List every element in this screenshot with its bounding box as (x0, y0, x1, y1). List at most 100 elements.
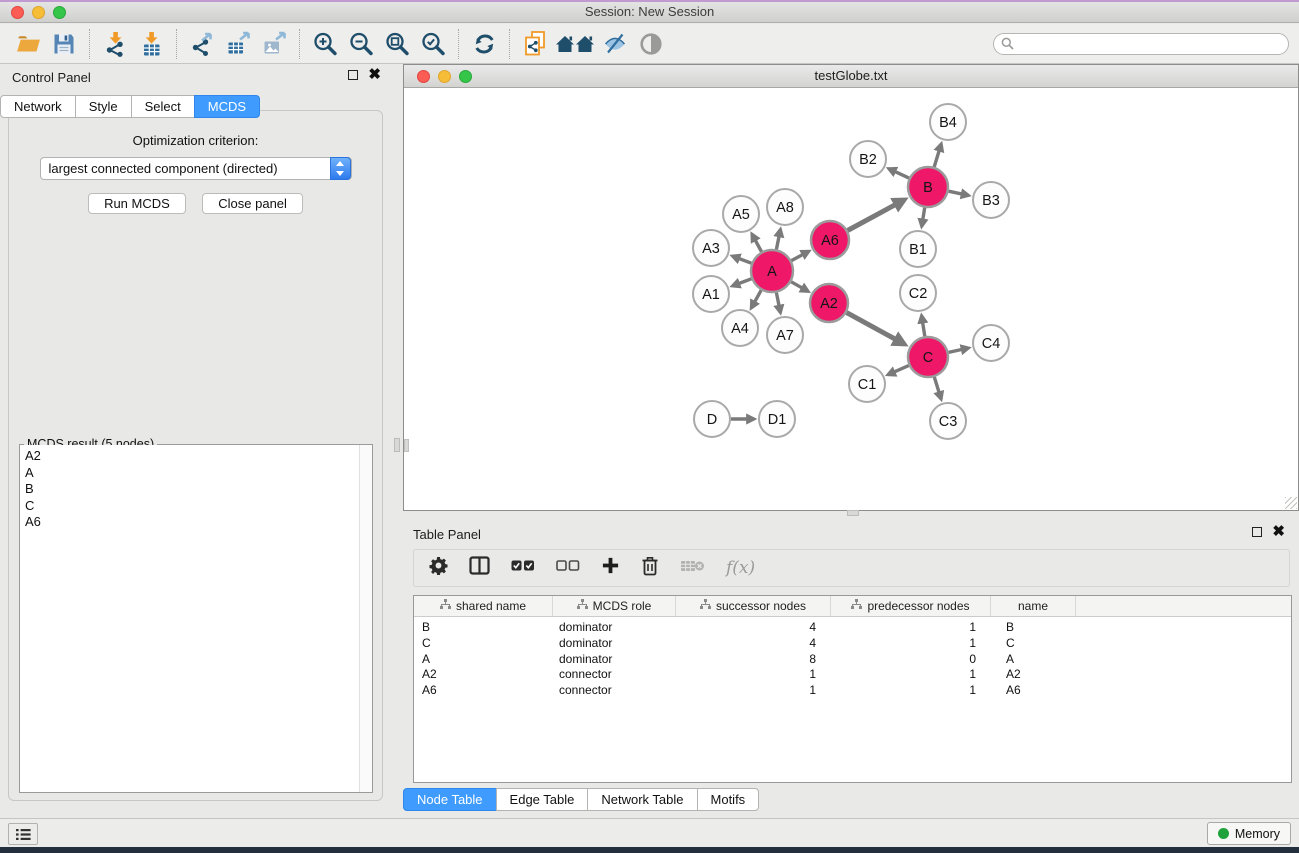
maximize-window-button[interactable] (53, 6, 66, 19)
cell-shared-name[interactable]: A2 (414, 667, 553, 683)
home-icon[interactable] (553, 28, 597, 60)
resize-corner[interactable] (1285, 497, 1297, 509)
cell-mcds-role[interactable]: connector (553, 683, 676, 699)
graph-edge-A-A8[interactable] (776, 230, 780, 250)
cell-successor-nodes[interactable]: 1 (676, 667, 831, 683)
delete-table-icon[interactable] (680, 559, 705, 578)
graph-node-D[interactable]: D (694, 401, 730, 437)
delete-columns-icon[interactable] (641, 556, 659, 581)
graph-edge-A-A4[interactable] (751, 290, 761, 308)
minimize-window-button[interactable] (32, 6, 45, 19)
cell-name[interactable]: A6 (991, 683, 1076, 699)
graph-node-C1[interactable]: C1 (849, 366, 885, 402)
graph-edge-C-C1[interactable] (888, 366, 909, 375)
graph-edge-A-A7[interactable] (776, 293, 780, 313)
column-header-mcds-role[interactable]: MCDS role (553, 596, 676, 616)
graph-edge-B-B1[interactable] (922, 208, 925, 227)
tab-network[interactable]: Network (0, 95, 76, 118)
graph-edge-C-C3[interactable] (934, 377, 941, 399)
cell-successor-nodes[interactable]: 1 (676, 683, 831, 699)
cell-predecessor-nodes[interactable]: 1 (831, 636, 991, 652)
cell-predecessor-nodes[interactable]: 1 (831, 683, 991, 699)
cell-mcds-role[interactable]: dominator (553, 620, 676, 636)
graph-node-A7[interactable]: A7 (767, 317, 803, 353)
zoom-in-icon[interactable] (307, 28, 343, 60)
deselect-all-checkbox-icon[interactable] (556, 559, 580, 577)
cell-shared-name[interactable]: B (414, 620, 553, 636)
mcds-result-item[interactable]: A6 (25, 514, 372, 531)
mcds-result-item[interactable]: A2 (25, 448, 372, 465)
graph-node-A4[interactable]: A4 (722, 310, 758, 346)
tab-node-table[interactable]: Node Table (403, 788, 497, 811)
graph-edge-A-A3[interactable] (733, 256, 752, 263)
table-row[interactable]: Cdominator41C (414, 636, 1291, 652)
table-row[interactable]: A6connector11A6 (414, 683, 1291, 699)
table-row[interactable]: Adominator80A (414, 652, 1291, 668)
search-input[interactable] (1018, 37, 1281, 51)
cell-name[interactable]: B (991, 620, 1076, 636)
node-table[interactable]: shared nameMCDS rolesuccessor nodesprede… (413, 595, 1292, 783)
graph-node-A8[interactable]: A8 (767, 189, 803, 225)
mcds-result-item[interactable]: B (25, 481, 372, 498)
graph-node-A5[interactable]: A5 (723, 196, 759, 232)
zoom-fit-icon[interactable] (379, 28, 415, 60)
criterion-dropdown[interactable]: largest connected component (directed) (40, 157, 352, 180)
zoom-out-icon[interactable] (343, 28, 379, 60)
graph-node-B1[interactable]: B1 (900, 231, 936, 267)
graph-node-A6[interactable]: A6 (811, 221, 849, 259)
network-graph[interactable]: AA1A2A3A4A5A6A7A8BB1B2B3B4CC1C2C3C4DD1 (404, 89, 1298, 510)
column-header-successor-nodes[interactable]: successor nodes (676, 596, 831, 616)
cell-successor-nodes[interactable]: 4 (676, 620, 831, 636)
cell-mcds-role[interactable]: dominator (553, 652, 676, 668)
graph-edge-C-C4[interactable] (949, 348, 969, 352)
horizontal-divider-grip[interactable] (847, 510, 859, 516)
table-row[interactable]: Bdominator41B (414, 620, 1291, 636)
graph-node-C2[interactable]: C2 (900, 275, 936, 311)
graph-edge-A-A5[interactable] (752, 234, 762, 252)
export-table-icon[interactable] (220, 28, 256, 60)
table-row[interactable]: A2connector11A2 (414, 667, 1291, 683)
mcds-result-list[interactable]: A2ABCA6 (20, 445, 372, 792)
graph-node-A1[interactable]: A1 (693, 276, 729, 312)
cell-shared-name[interactable]: A (414, 652, 553, 668)
tab-network-table[interactable]: Network Table (587, 788, 697, 811)
cell-predecessor-nodes[interactable]: 1 (831, 667, 991, 683)
graph-edge-B-B4[interactable] (934, 144, 941, 167)
graph-node-C4[interactable]: C4 (973, 325, 1009, 361)
graph-node-A[interactable]: A (751, 250, 793, 292)
select-all-checkbox-icon[interactable] (511, 559, 535, 577)
mcds-result-item[interactable]: A (25, 465, 372, 482)
graph-node-B2[interactable]: B2 (850, 141, 886, 177)
result-scrollbar[interactable] (359, 445, 372, 792)
import-table-icon[interactable] (133, 28, 169, 60)
graph-node-D1[interactable]: D1 (759, 401, 795, 437)
zoom-selected-icon[interactable] (415, 28, 451, 60)
graph-edge-A2-C[interactable] (847, 313, 905, 345)
float-panel-icon[interactable] (348, 70, 358, 80)
graph-edge-B-B2[interactable] (889, 169, 909, 178)
panel-list-button[interactable] (8, 823, 38, 845)
tab-mcds[interactable]: MCDS (194, 95, 260, 118)
cell-name[interactable]: C (991, 636, 1076, 652)
import-network-icon[interactable] (97, 28, 133, 60)
graph-node-C3[interactable]: C3 (930, 403, 966, 439)
close-panel-icon[interactable]: ✖ (368, 70, 381, 80)
network-close-button[interactable] (417, 70, 430, 83)
run-mcds-button[interactable]: Run MCDS (88, 193, 186, 214)
export-image-icon[interactable] (256, 28, 292, 60)
close-window-button[interactable] (11, 6, 24, 19)
save-session-icon[interactable] (46, 28, 82, 60)
cell-mcds-role[interactable]: connector (553, 667, 676, 683)
column-header-shared-name[interactable]: shared name (414, 596, 553, 616)
cell-successor-nodes[interactable]: 4 (676, 636, 831, 652)
table-options-icon[interactable] (429, 556, 448, 580)
column-header-predecessor-nodes[interactable]: predecessor nodes (831, 596, 991, 616)
cell-shared-name[interactable]: C (414, 636, 553, 652)
graph-edge-A-A2[interactable] (791, 282, 808, 292)
memory-button[interactable]: Memory (1207, 822, 1291, 845)
graph-node-C[interactable]: C (908, 337, 948, 377)
tab-style[interactable]: Style (75, 95, 132, 118)
graph-edge-A-A6[interactable] (791, 251, 808, 260)
split-view-icon[interactable] (469, 556, 490, 580)
dropdown-stepper-icon[interactable] (330, 157, 351, 180)
